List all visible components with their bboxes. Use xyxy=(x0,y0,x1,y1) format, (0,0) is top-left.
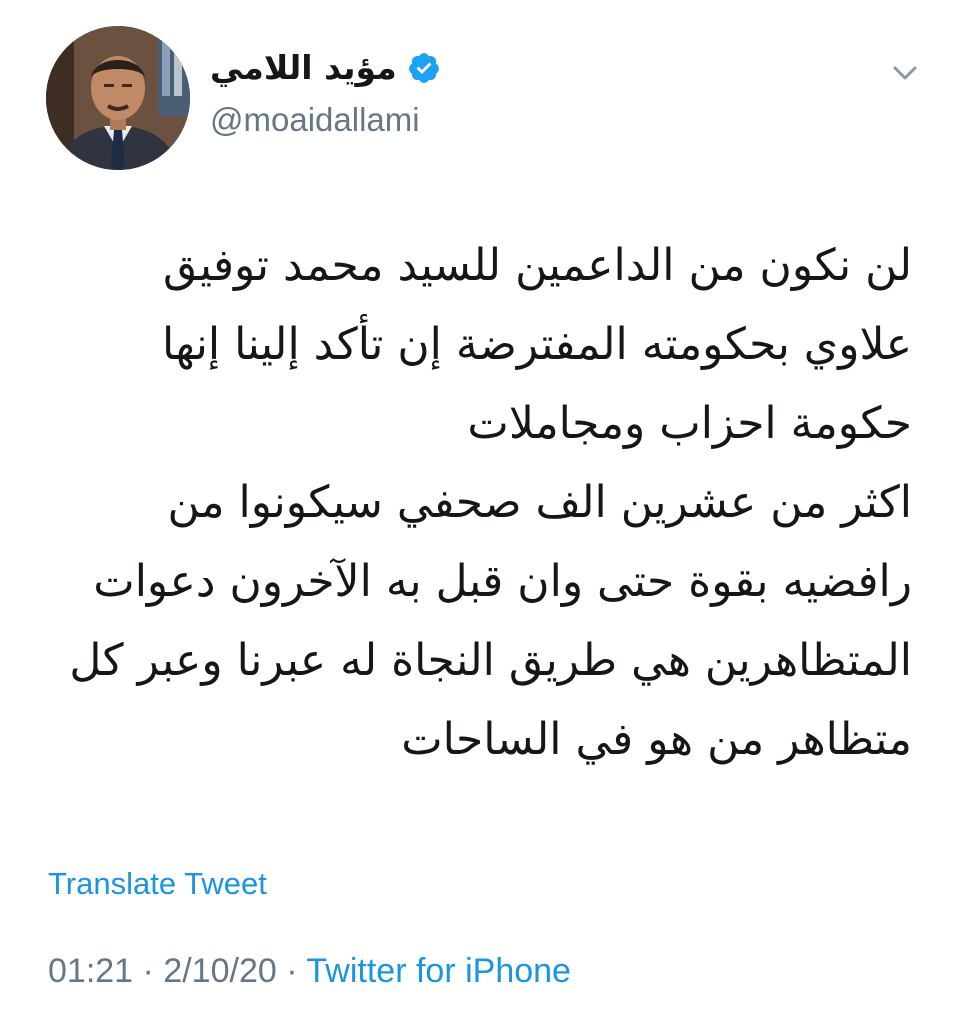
tweet-text-line: متظاهر من هو في الساحات xyxy=(401,714,912,765)
tweet-source-link[interactable]: Twitter for iPhone xyxy=(306,952,571,990)
display-name-row[interactable]: مؤيد اللامي xyxy=(210,48,441,87)
chevron-down-icon[interactable] xyxy=(890,62,920,84)
tweet-text-line: اكثر من عشرين الف صحفي سيكونوا من xyxy=(167,477,912,528)
tweet-text-line: لن نكون من الداعمين للسيد محمد توفيق xyxy=(163,240,912,291)
tweet-text-line: المتظاهرين هي طريق النجاة له عبرنا وعبر … xyxy=(69,635,912,686)
meta-separator: · xyxy=(142,952,154,990)
tweet-time: 01:21 xyxy=(48,952,134,990)
tweet-meta: 01:21 · 2/10/20 · Twitter for iPhone xyxy=(48,952,571,991)
author-names: مؤيد اللامي @moaidallami xyxy=(210,48,441,139)
avatar-photo xyxy=(46,26,190,170)
tweet-text-line: رافضيه بقوة حتى وان قبل به الآخرون دعوات xyxy=(93,556,912,607)
tweet-date: 2/10/20 xyxy=(163,952,277,990)
display-name[interactable]: مؤيد اللامي xyxy=(210,48,397,87)
translate-tweet-link[interactable]: Translate Tweet xyxy=(48,866,267,902)
verified-badge-icon xyxy=(407,51,441,85)
tweet-text-line: حكومة احزاب ومجاملات xyxy=(467,398,912,449)
tweet-text-line: علاوي بحكومته المفترضة إن تأكد إلينا إنه… xyxy=(161,319,912,370)
author-handle[interactable]: @moaidallami xyxy=(210,101,441,139)
avatar[interactable] xyxy=(46,26,190,170)
tweet-card: مؤيد اللامي @moaidallami لن نكون من الدا… xyxy=(0,0,958,1024)
tweet-header: مؤيد اللامي @moaidallami xyxy=(46,26,926,176)
meta-separator: · xyxy=(286,952,298,990)
tweet-text: لن نكون من الداعمين للسيد محمد توفيق علا… xyxy=(32,226,912,779)
